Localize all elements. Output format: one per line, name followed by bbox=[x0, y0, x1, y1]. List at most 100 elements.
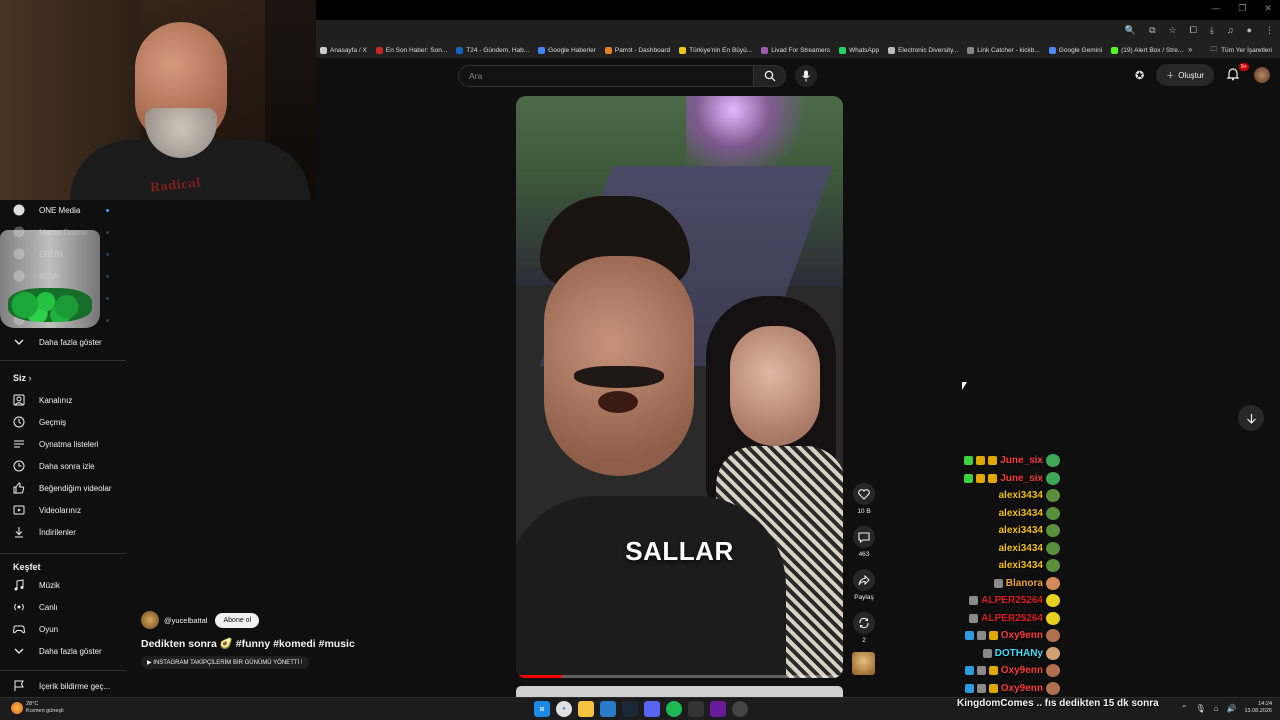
cast-chat-icon[interactable]: ✪ bbox=[1135, 69, 1144, 82]
bookmark-item[interactable]: Anasayfa / X bbox=[320, 46, 367, 54]
channel-avatar[interactable] bbox=[141, 611, 159, 629]
app-icon[interactable] bbox=[732, 701, 748, 717]
voice-search-button[interactable] bbox=[795, 65, 817, 87]
sidebar-item-label: Oyun bbox=[39, 624, 59, 634]
bookmark-item[interactable]: T24 - Gündem, Hab... bbox=[456, 46, 529, 54]
chat-emote-icon bbox=[1046, 629, 1060, 642]
video-progress-bar[interactable] bbox=[516, 675, 843, 678]
bookmark-item[interactable]: WhatsApp bbox=[839, 46, 879, 54]
playlist-icon bbox=[12, 437, 26, 451]
notifications-button[interactable]: 9+ bbox=[1226, 63, 1249, 83]
sidebar-item-clock[interactable]: Daha sonra izle bbox=[0, 455, 128, 477]
next-short-preview[interactable] bbox=[516, 686, 843, 697]
clock[interactable]: 14:24 13.08.2026 bbox=[1244, 701, 1272, 715]
chat-username: alexi3434 bbox=[998, 490, 1044, 501]
channel-name[interactable]: @yucelbattal bbox=[164, 616, 207, 625]
start-icon[interactable]: ⊞ bbox=[534, 701, 550, 717]
comment-icon bbox=[858, 531, 870, 543]
sound-thumbnail[interactable] bbox=[852, 652, 875, 675]
bookmark-item[interactable]: Electronic Diversity... bbox=[888, 46, 958, 54]
volume-icon[interactable]: 🔊 bbox=[1227, 704, 1237, 713]
you-section-header[interactable]: Siz › bbox=[13, 373, 32, 383]
subscription-item[interactable]: ONE Media bbox=[0, 199, 128, 221]
like-button[interactable]: 10 B bbox=[850, 483, 878, 515]
chrome-icon[interactable]: ● bbox=[556, 701, 572, 717]
subscribe-button[interactable]: Abone ol bbox=[215, 612, 260, 628]
create-button[interactable]: ＋ Oluştur bbox=[1156, 64, 1214, 86]
channel-avatar-icon bbox=[12, 203, 26, 217]
comments-button[interactable]: 463 bbox=[850, 526, 878, 558]
bookmark-item[interactable]: Google Gemini bbox=[1048, 46, 1102, 54]
chat-badge-icon bbox=[964, 456, 974, 465]
bookmark-item[interactable]: Parrot - Dashboard bbox=[604, 46, 670, 54]
sidebar-item-history[interactable]: Geçmiş bbox=[0, 411, 128, 433]
remix-button[interactable]: 2 bbox=[850, 612, 878, 644]
sidebar-item-channel[interactable]: Kanalınız bbox=[0, 389, 128, 411]
microphone-icon bbox=[802, 70, 810, 82]
sidebar-item-music[interactable]: Müzik bbox=[0, 574, 128, 596]
bookmark-favicon-icon bbox=[888, 46, 896, 54]
thumbs-up-icon bbox=[12, 481, 26, 495]
sidebar-item-video[interactable]: Videolarınız bbox=[0, 499, 128, 521]
sidebar-item-playlist[interactable]: Oynatma listeleri bbox=[0, 433, 128, 455]
chat-badge-icon bbox=[976, 456, 986, 465]
close-icon[interactable]: ✕ bbox=[1264, 3, 1272, 14]
minimize-icon[interactable]: — bbox=[1211, 3, 1220, 14]
chat-username: Oxy9enn bbox=[1000, 665, 1043, 676]
bookmark-item[interactable]: Türkiye'nin En Büyü... bbox=[679, 46, 752, 54]
profile-icon[interactable]: ● bbox=[1247, 25, 1252, 36]
next-short-button[interactable] bbox=[1238, 405, 1264, 431]
all-bookmarks[interactable]: 🗀 Tüm Yer İşaretleri bbox=[1211, 45, 1272, 56]
bookmark-favicon-icon bbox=[839, 46, 847, 54]
app-icon[interactable] bbox=[600, 701, 616, 717]
cast-icon[interactable]: ⧉ bbox=[1149, 25, 1155, 36]
sidebar-divider bbox=[0, 360, 126, 361]
search-button[interactable] bbox=[754, 65, 786, 87]
app-icon[interactable] bbox=[710, 701, 726, 717]
bookmark-item[interactable]: En Son Haber: Son... bbox=[375, 46, 448, 54]
star-icon[interactable]: ☆ bbox=[1169, 25, 1177, 36]
bookmarks-overflow-icon[interactable]: » bbox=[1188, 45, 1192, 54]
show-more-subscriptions[interactable]: Daha fazla göster bbox=[0, 331, 128, 353]
search-input[interactable]: Ara bbox=[458, 65, 754, 87]
account-avatar[interactable] bbox=[1254, 67, 1270, 83]
chat-badge-icon bbox=[988, 473, 998, 483]
bookmark-favicon-icon bbox=[1048, 46, 1056, 54]
steam-icon[interactable] bbox=[622, 701, 638, 717]
sidebar-item-report[interactable]: İçerik bildirme geç... bbox=[0, 675, 128, 697]
network-icon[interactable]: ⌂ bbox=[1214, 704, 1219, 713]
media-icon[interactable]: ♫ bbox=[1227, 25, 1234, 36]
sidebar-divider bbox=[0, 553, 126, 554]
related-video-link[interactable]: ▶ INSTAGRAM TAKİPÇİLERİM BİR GÜNÜMÜ YÖNE… bbox=[141, 656, 309, 669]
spotify-icon[interactable] bbox=[666, 701, 682, 717]
maximize-icon[interactable]: ❐ bbox=[1238, 3, 1246, 14]
bookmark-item[interactable]: (19) Alert Box / Stre... bbox=[1111, 46, 1183, 54]
sidebar-item-label: Daha sonra izle bbox=[39, 461, 95, 471]
share-icon bbox=[858, 574, 870, 585]
discord-icon[interactable] bbox=[644, 701, 660, 717]
stream-app-icon[interactable] bbox=[688, 701, 704, 717]
sidebar-item-label: Daha fazla göster bbox=[39, 337, 102, 347]
bookmark-item[interactable]: Google Haberler bbox=[538, 46, 596, 54]
video-title[interactable]: Dedikten sonra 🥑 #funny #komedi #music bbox=[141, 637, 355, 650]
weather-temp: 28°C bbox=[26, 701, 39, 707]
sidebar-item-thumbs-up[interactable]: Beğendiğim videolar bbox=[0, 477, 128, 499]
sidebar-item-gaming[interactable]: Oyun bbox=[0, 618, 128, 640]
tray-overflow-icon[interactable]: ⌃ bbox=[1181, 704, 1188, 713]
extensions-icon[interactable]: ⧠ bbox=[1190, 25, 1197, 36]
microphone-tray-icon[interactable]: 🎙 bbox=[1196, 704, 1206, 713]
share-button[interactable]: Paylaş bbox=[850, 569, 878, 601]
zoom-icon[interactable]: 🔍 bbox=[1125, 25, 1136, 36]
chat-emote-icon bbox=[1046, 576, 1060, 590]
bookmark-label: En Son Haber: Son... bbox=[385, 46, 448, 54]
menu-icon[interactable]: ⋮ bbox=[1265, 25, 1274, 36]
bookmark-item[interactable]: Livad For Streamers bbox=[761, 46, 830, 54]
sidebar-item-live[interactable]: Canlı bbox=[0, 596, 128, 618]
sidebar-item-download[interactable]: İndirilenler bbox=[0, 521, 128, 543]
bookmark-item[interactable]: Link Catcher - kickb... bbox=[967, 46, 1040, 54]
sidebar-item-chevron-down[interactable]: Daha fazla göster bbox=[0, 640, 128, 662]
file-explorer-icon[interactable] bbox=[578, 701, 594, 717]
weather-widget[interactable]: 28°C Kısmen güneşli bbox=[11, 701, 64, 715]
short-video-player[interactable]: SALLAR bbox=[516, 96, 843, 678]
download-icon[interactable]: ⤓ bbox=[1210, 25, 1214, 36]
